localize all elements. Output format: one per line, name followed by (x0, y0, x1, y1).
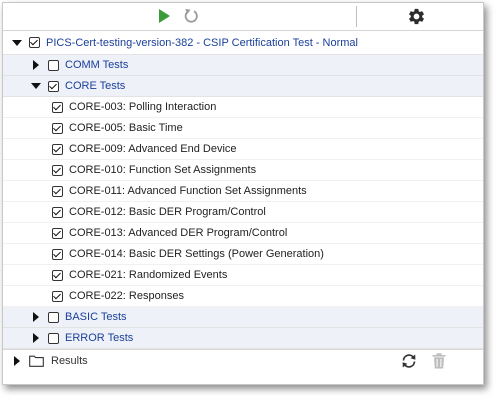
test-checkbox[interactable] (52, 269, 63, 281)
test-item: CORE-022: Responses (3, 286, 483, 307)
test-checkbox[interactable] (52, 290, 63, 302)
test-checkbox[interactable] (52, 185, 63, 197)
reset-icon[interactable] (183, 8, 199, 24)
test-item: CORE-013: Advanced DER Program/Control (3, 223, 483, 244)
test-item: CORE-005: Basic Time (3, 118, 483, 139)
toolbar-divider (356, 6, 357, 27)
results-label[interactable]: Results (51, 355, 88, 367)
toolbar (3, 3, 483, 31)
test-checkbox[interactable] (52, 101, 63, 113)
caret-right-icon[interactable] (12, 355, 22, 366)
group-error: ERROR Tests (3, 328, 483, 349)
test-checkbox[interactable] (52, 248, 63, 260)
test-checkbox[interactable] (52, 143, 63, 155)
test-label[interactable]: CORE-003: Polling Interaction (69, 101, 216, 113)
test-item: CORE-003: Polling Interaction (3, 97, 483, 118)
test-label[interactable]: CORE-014: Basic DER Settings (Power Gene… (69, 248, 324, 260)
test-label[interactable]: CORE-009: Advanced End Device (69, 143, 237, 155)
root-label[interactable]: PICS-Cert-testing-version-382 - CSIP Cer… (46, 37, 358, 49)
results-row: Results (3, 349, 483, 371)
caret-right-icon[interactable] (31, 333, 41, 343)
test-checkbox[interactable] (52, 227, 63, 239)
refresh-icon[interactable] (401, 353, 417, 369)
group-checkbox[interactable] (48, 59, 59, 71)
test-item: CORE-010: Function Set Assignments (3, 160, 483, 181)
test-label[interactable]: CORE-010: Function Set Assignments (69, 164, 256, 176)
group-comm: COMM Tests (3, 55, 483, 76)
group-label[interactable]: CORE Tests (65, 80, 125, 92)
run-icon[interactable] (157, 9, 171, 23)
folder-icon (29, 355, 44, 367)
group-label[interactable]: BASIC Tests (65, 311, 127, 323)
root-checkbox[interactable] (29, 37, 40, 48)
test-checkbox[interactable] (52, 206, 63, 218)
gear-icon[interactable] (407, 7, 426, 26)
test-label[interactable]: CORE-005: Basic Time (69, 122, 183, 134)
caret-right-icon[interactable] (31, 312, 41, 322)
caret-down-icon[interactable] (12, 38, 22, 48)
group-checkbox[interactable] (48, 311, 59, 323)
test-item: CORE-021: Randomized Events (3, 265, 483, 286)
group-label[interactable]: COMM Tests (65, 59, 128, 71)
trash-icon[interactable] (432, 353, 446, 369)
caret-right-icon[interactable] (31, 60, 41, 70)
test-checkbox[interactable] (52, 122, 63, 134)
test-tree-panel: PICS-Cert-testing-version-382 - CSIP Cer… (2, 2, 484, 385)
group-core: CORE Tests (3, 76, 483, 97)
test-checkbox[interactable] (52, 164, 63, 176)
group-basic: BASIC Tests (3, 307, 483, 328)
test-label[interactable]: CORE-013: Advanced DER Program/Control (69, 227, 287, 239)
test-item: CORE-011: Advanced Function Set Assignme… (3, 181, 483, 202)
caret-down-icon[interactable] (31, 81, 41, 91)
test-label[interactable]: CORE-022: Responses (69, 290, 184, 302)
test-item: CORE-012: Basic DER Program/Control (3, 202, 483, 223)
group-label[interactable]: ERROR Tests (65, 332, 133, 344)
tree-root: PICS-Cert-testing-version-382 - CSIP Cer… (3, 31, 483, 55)
test-label[interactable]: CORE-011: Advanced Function Set Assignme… (69, 185, 307, 197)
test-item: CORE-014: Basic DER Settings (Power Gene… (3, 244, 483, 265)
test-label[interactable]: CORE-021: Randomized Events (69, 269, 227, 281)
group-checkbox[interactable] (48, 332, 59, 344)
group-checkbox[interactable] (48, 80, 59, 92)
test-item: CORE-009: Advanced End Device (3, 139, 483, 160)
test-label[interactable]: CORE-012: Basic DER Program/Control (69, 206, 266, 218)
